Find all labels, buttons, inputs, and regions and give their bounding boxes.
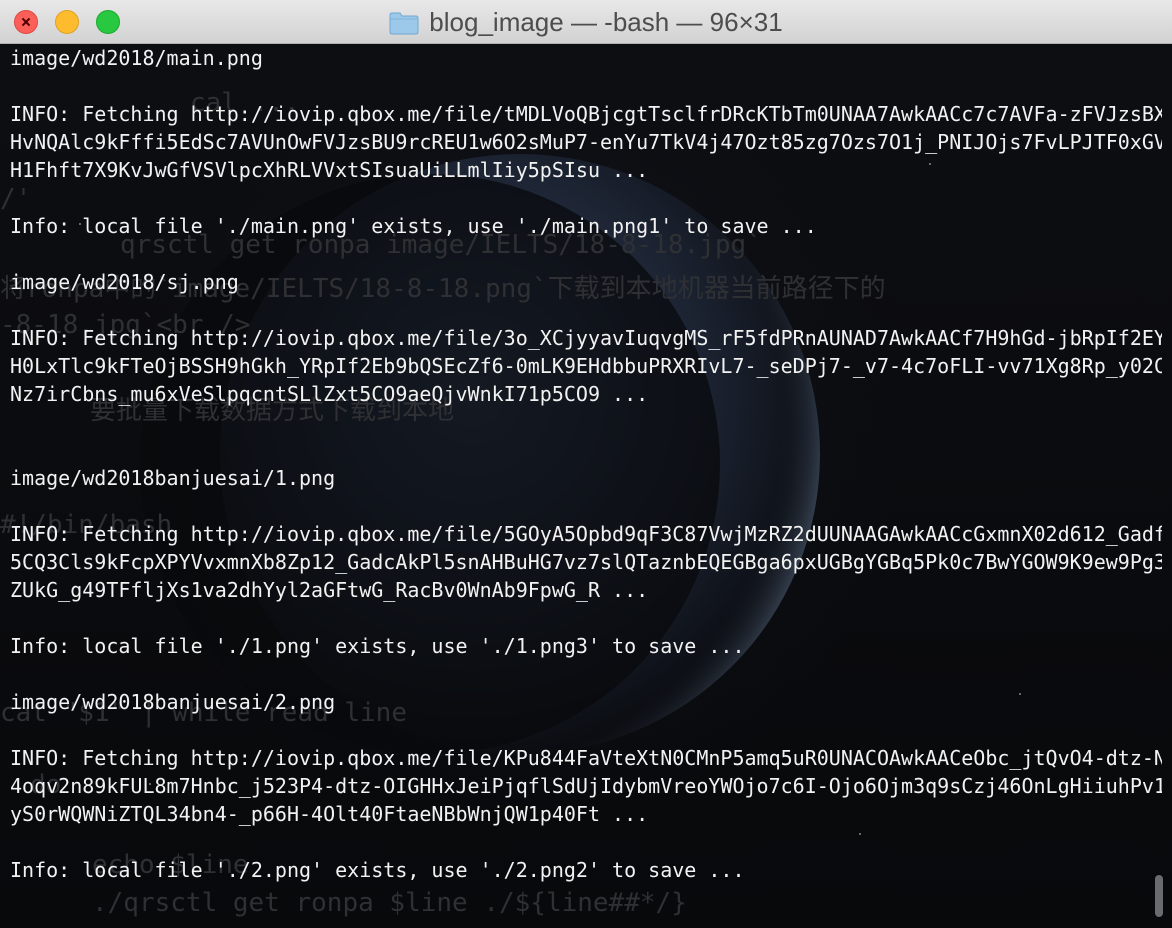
terminal-content[interactable]: cal ... /' qrsctl get ronpa image/IELTS/… xyxy=(0,44,1172,928)
terminal-line: image/wd2018/sj.png xyxy=(10,270,239,294)
terminal-line: image/wd2018banjuesai/2.png xyxy=(10,690,336,714)
terminal-line: ZUkG_g49TFfljXs1va2dhYyl2aGFtwG_RacBv0Wn… xyxy=(10,578,649,602)
terminal-line: image/wd2018banjuesai/1.png xyxy=(10,466,336,490)
title-bar[interactable]: blog_image — -bash — 96×31 xyxy=(0,0,1172,44)
terminal-line: Info: local file './2.png' exists, use '… xyxy=(10,858,745,882)
terminal-line: H1Fhft7X9KvJwGfVSVlpcXhRLVVxtSIsuaUiLLml… xyxy=(10,158,649,182)
terminal-line: Info: local file './1.png' exists, use '… xyxy=(10,634,745,658)
terminal-line: 5CQ3Cls9kFcpXPYVvxmnXb8Zp12_GadcAkPl5snA… xyxy=(10,550,1162,574)
terminal-line: INFO: Fetching http://iovip.qbox.me/file… xyxy=(10,522,1162,546)
terminal-line: Info: local file './main.png' exists, us… xyxy=(10,214,817,238)
terminal-window: blog_image — -bash — 96×31 cal ... /' qr… xyxy=(0,0,1172,928)
terminal-output[interactable]: image/wd2018/main.png INFO: Fetching http… xyxy=(10,44,1162,884)
terminal-line: INFO: Fetching http://iovip.qbox.me/file… xyxy=(10,326,1162,350)
scrollbar-thumb[interactable] xyxy=(1155,875,1163,917)
terminal-line: image/wd2018/main.png xyxy=(10,46,263,70)
background-text-line: ./qrsctl get ronpa $line ./${line##*/} xyxy=(92,888,687,918)
terminal-line: INFO: Fetching http://iovip.qbox.me/file… xyxy=(10,746,1162,770)
terminal-line: 4oqv2n89kFUL8m7Hnbc_j523P4-dtz-OIGHHxJei… xyxy=(10,774,1162,798)
terminal-line: yS0rWQWNiZTQL34bn4-_p66H-4Olt40FtaeNBbWn… xyxy=(10,802,649,826)
terminal-line: INFO: Fetching http://iovip.qbox.me/file… xyxy=(10,102,1162,126)
window-title: blog_image — -bash — 96×31 xyxy=(0,0,1172,44)
folder-icon xyxy=(389,12,419,34)
terminal-line: Nz7irCbns_mu6xVeSlpqcntSLlZxt5CO9aeQjvWn… xyxy=(10,382,649,406)
window-title-text: blog_image — -bash — 96×31 xyxy=(429,6,783,37)
terminal-line: HvNQAlc9kFffi5EdSc7AVUnOwFVJzsBU9rcREU1w… xyxy=(10,130,1162,154)
terminal-line: H0LxTlc9kFTeOjBSSH9hGkh_YRpIf2Eb9bQSEcZf… xyxy=(10,354,1162,378)
